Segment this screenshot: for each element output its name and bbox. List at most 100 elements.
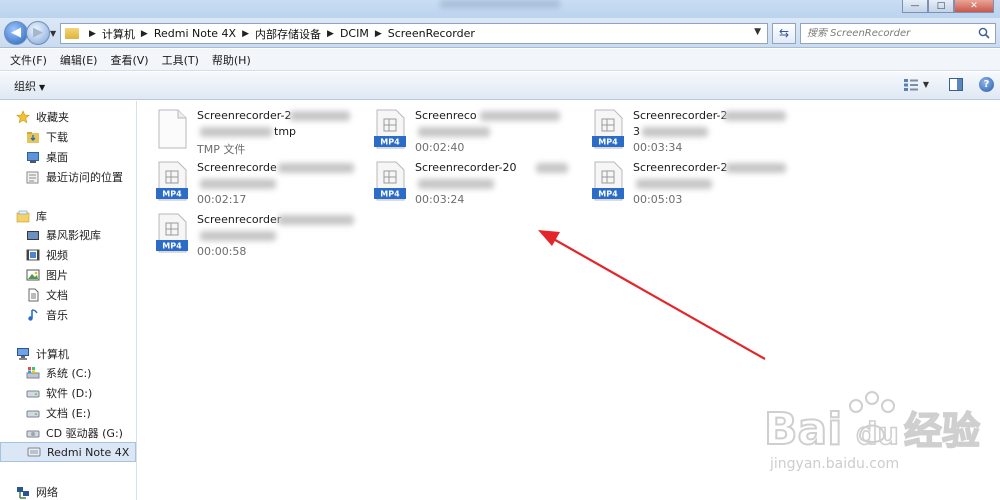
sidebar-item-cd-drive[interactable]: CD 驱动器 (G:) [0, 423, 136, 443]
breadcrumb-separator-icon[interactable]: ▶ [327, 29, 334, 39]
libraries-icon [16, 210, 30, 223]
sidebar-label: 收藏夹 [36, 111, 69, 124]
sidebar-item-documents[interactable]: 文档 [0, 285, 136, 305]
menu-file[interactable]: 文件(F) [10, 52, 47, 68]
svg-text:du: du [856, 417, 899, 452]
breadcrumb-separator-icon[interactable]: ▶ [242, 29, 249, 39]
file-name-line2: 3 [633, 125, 640, 138]
sidebar-item-redmi-note-4x[interactable]: Redmi Note 4X [0, 442, 136, 462]
sidebar-item-downloads[interactable]: 下载 [0, 127, 136, 147]
redacted-text [200, 231, 276, 241]
redacted-text [726, 163, 786, 173]
cd-drive-icon [26, 430, 40, 438]
file-name-extension: tmp [274, 125, 297, 138]
address-dropdown-icon[interactable]: ▼ [754, 27, 761, 37]
redacted-text [278, 215, 354, 225]
menu-edit[interactable]: 编辑(E) [60, 52, 98, 68]
sidebar-item-desktop[interactable]: 桌面 [0, 147, 136, 167]
file-tile[interactable]: MP4 Screenrecorder-2 3 00:03:34 [574, 105, 790, 157]
sidebar-item-computer[interactable]: 计算机 [0, 344, 136, 364]
file-duration: 00:02:17 [197, 193, 247, 206]
minimize-button[interactable]: — [902, 0, 928, 13]
sidebar-label: CD 驱动器 (G:) [46, 427, 123, 440]
file-name: Screenrecorder-2 [197, 109, 292, 122]
redacted-text [200, 179, 276, 189]
sidebar-item-baofeng-library[interactable]: 暴风影视库 [0, 225, 136, 245]
file-tile[interactable]: Screenrecorder-2 tmp TMP 文件 [138, 105, 354, 157]
preview-pane-icon[interactable] [949, 78, 963, 91]
file-name: Screenrecorder-2 [633, 161, 728, 174]
sidebar-item-drive-e[interactable]: 文档 (E:) [0, 403, 136, 423]
menu-help[interactable]: 帮助(H) [212, 52, 251, 68]
refresh-button[interactable]: ⇆ [772, 23, 796, 44]
breadcrumb-separator-icon[interactable]: ▶ [375, 29, 382, 39]
sidebar-item-favorites[interactable]: 收藏夹 [0, 107, 136, 127]
file-tile[interactable]: MP4 Screenreco 00:02:40 [356, 105, 572, 157]
breadcrumb-internal-storage[interactable]: 内部存储设备 [255, 26, 321, 42]
breadcrumb-separator-icon[interactable]: ▶ [141, 29, 148, 39]
breadcrumb-computer[interactable]: 计算机 [102, 26, 135, 42]
sidebar-item-recent-places[interactable]: 最近访问的位置 [0, 167, 136, 187]
file-tile[interactable]: MP4 Screenrecorder-2 00:05:03 [574, 157, 790, 209]
sidebar-label: 图片 [46, 269, 68, 282]
breadcrumb-device[interactable]: Redmi Note 4X [154, 27, 236, 40]
sidebar-item-drive-d[interactable]: 软件 (D:) [0, 383, 136, 403]
organize-button[interactable]: 组织 ▼ [14, 78, 45, 94]
recent-pages-dropdown-icon[interactable]: ▼ [50, 29, 56, 38]
sidebar-item-libraries[interactable]: 库 [0, 206, 136, 226]
breadcrumb-separator-icon[interactable]: ▶ [89, 29, 96, 39]
search-icon[interactable] [978, 27, 990, 39]
back-button[interactable]: ◀ [4, 21, 28, 45]
redacted-text [278, 163, 354, 173]
baidu-jingyan-watermark-logo: Bai du 经验 [764, 391, 981, 456]
sidebar-item-videos[interactable]: 视频 [0, 245, 136, 265]
file-duration: 00:03:34 [633, 141, 683, 154]
file-duration: 00:00:58 [197, 245, 247, 258]
mp4-file-icon: MP4 [374, 161, 406, 201]
file-tile[interactable]: MP4 Screenrecorde 00:02:17 [138, 157, 354, 209]
forward-button[interactable]: ▶ [26, 21, 50, 45]
close-button[interactable]: ✕ [954, 0, 994, 13]
file-duration: 00:05:03 [633, 193, 683, 206]
sidebar-label: 音乐 [46, 309, 68, 322]
search-input[interactable] [807, 28, 967, 39]
system-drive-icon [26, 367, 40, 379]
redacted-text [480, 111, 560, 121]
window-controls: — □ ✕ [902, 0, 994, 13]
file-tile[interactable]: MP4 Screenrecorder-20 00:03:24 [356, 157, 572, 209]
mp4-file-icon: MP4 [156, 213, 188, 253]
sidebar-label: 文档 [46, 289, 68, 302]
redacted-text [418, 127, 490, 137]
redacted-text [290, 111, 350, 121]
downloads-folder-icon [27, 132, 39, 143]
redacted-text [642, 127, 708, 137]
breadcrumb-dcim[interactable]: DCIM [340, 27, 369, 40]
window-title-blurred [440, 0, 560, 8]
menu-view[interactable]: 查看(V) [110, 52, 148, 68]
change-view-icon[interactable] [903, 78, 919, 92]
title-bar: — □ ✕ [0, 0, 1000, 18]
sidebar-item-network[interactable]: 网络 [0, 482, 136, 500]
maximize-button[interactable]: □ [928, 0, 954, 13]
hard-drive-icon [26, 410, 40, 418]
svg-text:MP4: MP4 [162, 190, 182, 199]
navigation-bar: ◀ ▶ ▼ ▶ 计算机 ▶ Redmi Note 4X ▶ 内部存储设备 ▶ D… [0, 18, 1000, 48]
view-options-dropdown-icon[interactable]: ▼ [923, 80, 929, 89]
sidebar-item-music[interactable]: 音乐 [0, 305, 136, 325]
mp4-file-icon: MP4 [156, 161, 188, 201]
redacted-text [724, 111, 786, 121]
search-box[interactable] [800, 23, 996, 44]
file-name: Screenreco [415, 109, 477, 122]
file-tile[interactable]: MP4 Screenrecorder 00:00:58 [138, 209, 354, 261]
menu-tools[interactable]: 工具(T) [162, 52, 199, 68]
sidebar-label: 视频 [46, 249, 68, 262]
sidebar-label: 文档 (E:) [46, 407, 91, 420]
help-icon[interactable]: ? [979, 77, 994, 92]
address-bar[interactable]: ▶ 计算机 ▶ Redmi Note 4X ▶ 内部存储设备 ▶ DCIM ▶ … [60, 23, 768, 44]
picture-icon [26, 269, 40, 281]
breadcrumb-screenrecorder[interactable]: ScreenRecorder [388, 27, 475, 40]
sidebar-item-pictures[interactable]: 图片 [0, 265, 136, 285]
svg-text:MP4: MP4 [162, 242, 182, 251]
sidebar-item-drive-c[interactable]: 系统 (C:) [0, 363, 136, 383]
video-library-icon [27, 231, 39, 240]
